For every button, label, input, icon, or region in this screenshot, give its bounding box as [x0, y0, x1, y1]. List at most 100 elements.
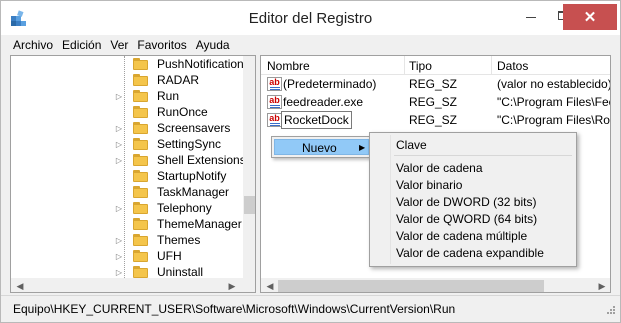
expander-icon[interactable]: ▷ [115, 92, 123, 101]
status-bar: Equipo\HKEY_CURRENT_USER\Software\Micros… [1, 295, 620, 322]
values-horizontal-scroll-thumb[interactable] [278, 280, 544, 292]
submenu-separator [394, 155, 572, 156]
tree-item[interactable]: ▷ SettingSync [11, 136, 241, 152]
string-value-icon: ab [267, 77, 282, 91]
registry-editor-window: Editor del Registro ✕ Archivo Edición Ve… [0, 0, 621, 323]
submenu-item-valor-cadena-multiple[interactable]: Valor de cadena múltiple [396, 229, 527, 243]
value-data: "C:\Program Files\Rock [497, 113, 611, 127]
submenu-item-valor-cadena-expandible[interactable]: Valor de cadena expandible [396, 246, 544, 260]
expander-icon[interactable]: ▷ [115, 236, 123, 245]
tree-item-label: Screensavers [157, 121, 231, 135]
current-key-path: Equipo\HKEY_CURRENT_USER\Software\Micros… [13, 302, 456, 316]
menu-bar: Archivo Edición Ver Favoritos Ayuda [1, 35, 620, 55]
value-type: REG_SZ [409, 95, 458, 109]
tree-item[interactable]: ▷ Shell Extensions [11, 152, 246, 168]
tree-item[interactable]: PushNotifications [11, 56, 250, 72]
tree-item-label: PushNotifications [157, 57, 250, 71]
tree-item[interactable]: StartupNotify [11, 168, 241, 184]
column-header-data[interactable]: Datos [497, 59, 528, 73]
tree-item[interactable]: ▷ Run [11, 88, 241, 104]
column-divider[interactable] [491, 56, 492, 75]
folder-icon [133, 234, 149, 246]
value-type: REG_SZ [409, 113, 458, 127]
expander-icon[interactable]: ▷ [115, 156, 123, 165]
tree-item-label: StartupNotify [157, 169, 227, 183]
close-icon: ✕ [583, 9, 597, 26]
tree-item[interactable]: TaskManager [11, 184, 241, 200]
submenu-item-valor-dword[interactable]: Valor de DWORD (32 bits) [396, 195, 536, 209]
expander-icon[interactable]: ▷ [115, 140, 123, 149]
folder-icon [133, 154, 149, 166]
tree-item-label: Telephony [157, 201, 212, 215]
menu-ayuda[interactable]: Ayuda [196, 38, 230, 52]
submenu-item-valor-cadena[interactable]: Valor de cadena [396, 161, 483, 175]
column-divider[interactable] [404, 56, 405, 75]
scroll-left-icon[interactable]: ◀ [13, 281, 27, 292]
folder-icon [133, 74, 149, 86]
value-data: "C:\Program Files\Feed [497, 95, 611, 109]
expander-icon[interactable]: ▷ [115, 268, 123, 277]
key-tree-pane[interactable]: PushNotifications RADAR ▷ Run RunOnce ▷ … [10, 55, 256, 293]
folder-icon [133, 58, 149, 70]
folder-icon [133, 170, 149, 182]
tree-item[interactable]: RADAR [11, 72, 241, 88]
tree-item[interactable]: ▷ Screensavers [11, 120, 241, 136]
resize-grip-icon[interactable] [604, 306, 616, 318]
submenu-item-clave[interactable]: Clave [396, 138, 427, 152]
expander-icon[interactable]: ▷ [115, 252, 123, 261]
new-submenu: Clave Valor de cadena Valor binario Valo… [369, 132, 577, 267]
folder-icon [133, 90, 149, 102]
context-menu: Nuevo ▶ [271, 136, 372, 158]
tree-item[interactable]: ▷ Telephony [11, 200, 241, 216]
tree-item-label: Themes [157, 233, 201, 247]
folder-icon [133, 106, 149, 118]
column-header-type[interactable]: Tipo [409, 59, 432, 73]
values-header: Nombre Tipo Datos [261, 56, 610, 75]
expander-icon[interactable]: ▷ [115, 124, 123, 133]
tree-item[interactable]: ThemeManager [11, 216, 242, 232]
folder-icon [133, 138, 149, 150]
context-menu-item-nuevo[interactable]: Nuevo ▶ [274, 139, 369, 155]
context-menu-item-label: Nuevo [302, 141, 337, 155]
string-value-icon: ab [267, 113, 282, 127]
value-name: (Predeterminado) [283, 77, 377, 91]
folder-icon [133, 202, 149, 214]
tree-item-label: Shell Extensions [157, 153, 246, 167]
submenu-item-valor-qword[interactable]: Valor de QWORD (64 bits) [396, 212, 537, 226]
tree-item-label: ThemeManager [157, 217, 242, 231]
value-row[interactable]: ab (Predeterminado) REG_SZ (valor no est… [261, 75, 611, 93]
menu-archivo[interactable]: Archivo [13, 38, 53, 52]
submenu-arrow-icon: ▶ [359, 143, 366, 152]
string-value-icon: ab [267, 95, 282, 109]
expander-icon[interactable]: ▷ [115, 204, 123, 213]
submenu-gutter [390, 135, 391, 264]
minimize-icon [526, 16, 536, 18]
close-button[interactable]: ✕ [563, 4, 617, 30]
rename-value-input[interactable]: RocketDock [281, 111, 352, 129]
tree-vertical-scroll-thumb[interactable] [244, 196, 255, 214]
column-header-name[interactable]: Nombre [267, 59, 310, 73]
tree-item-label: RunOnce [157, 105, 208, 119]
tree-vertical-scrollbar[interactable] [243, 56, 255, 278]
scroll-right-icon[interactable]: ▶ [595, 281, 609, 292]
folder-icon [133, 250, 149, 262]
tree-item[interactable]: ▷ UFH [11, 248, 241, 264]
value-row[interactable]: ab RocketDock REG_SZ "C:\Program Files\R… [261, 111, 611, 129]
tree-horizontal-scrollbar[interactable]: ◀ ▶ [11, 278, 255, 292]
tree-item-label: Run [157, 89, 180, 103]
folder-icon [133, 186, 149, 198]
submenu-item-valor-binario[interactable]: Valor binario [396, 178, 462, 192]
tree-item[interactable]: ▷ Themes [11, 232, 241, 248]
menu-favoritos[interactable]: Favoritos [137, 38, 186, 52]
value-row[interactable]: ab feedreader.exe REG_SZ "C:\Program Fil… [261, 93, 611, 111]
tree-item-label: UFH [157, 249, 182, 263]
tree-item-label: RADAR [157, 73, 200, 87]
title-bar[interactable]: Editor del Registro ✕ [1, 1, 620, 35]
tree-item[interactable]: RunOnce [11, 104, 241, 120]
value-data: (valor no establecido) [497, 77, 611, 91]
scroll-left-icon[interactable]: ◀ [263, 281, 277, 292]
menu-edicion[interactable]: Edición [62, 38, 101, 52]
folder-icon [133, 218, 149, 230]
scroll-right-icon[interactable]: ▶ [225, 281, 239, 292]
menu-ver[interactable]: Ver [110, 38, 128, 52]
